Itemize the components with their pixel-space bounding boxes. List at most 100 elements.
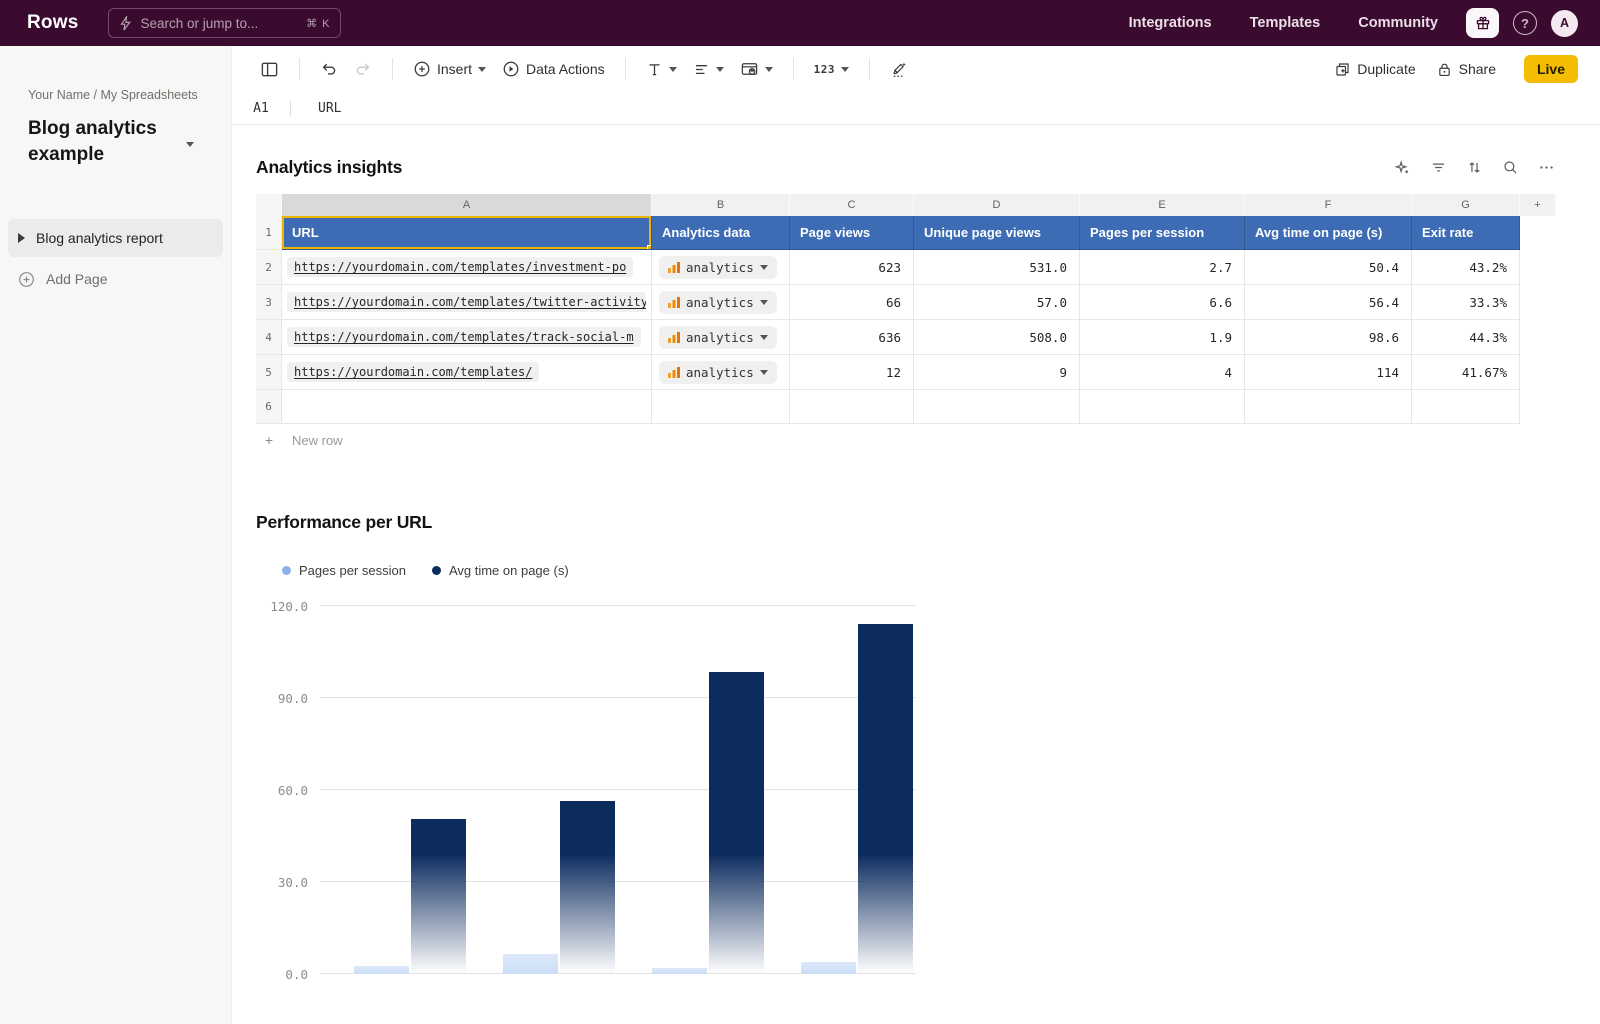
gift-button[interactable] <box>1466 8 1499 38</box>
column-header-b[interactable]: B <box>652 194 790 216</box>
cell-a1[interactable]: URL <box>282 216 652 250</box>
cell-c4[interactable]: 636 <box>790 320 914 355</box>
url-link[interactable]: https://yourdomain.com/templates/investm… <box>287 257 633 277</box>
cell-f4[interactable]: 98.6 <box>1245 320 1412 355</box>
cell-b5[interactable]: analytics <box>652 355 790 390</box>
fill-handle[interactable] <box>647 245 652 250</box>
cell-a2[interactable]: https://yourdomain.com/templates/investm… <box>282 250 652 285</box>
column-header-a[interactable]: A <box>282 194 652 216</box>
row-number[interactable]: 6 <box>256 390 282 424</box>
data-actions-button[interactable]: Data Actions <box>496 54 611 84</box>
cell-b6[interactable] <box>652 390 790 424</box>
row-number[interactable]: 4 <box>256 320 282 355</box>
filter-button[interactable] <box>1428 158 1448 178</box>
share-button[interactable]: Share <box>1430 54 1502 84</box>
cell-d1[interactable]: Unique page views <box>914 216 1080 250</box>
table-title[interactable]: Analytics insights <box>256 157 402 178</box>
clear-formatting-button[interactable] <box>884 54 914 84</box>
column-header-f[interactable]: F <box>1245 194 1412 216</box>
cell-f6[interactable] <box>1245 390 1412 424</box>
expand-triangle-icon[interactable] <box>18 233 25 243</box>
cell-d5[interactable]: 9 <box>914 355 1080 390</box>
cell-style-button[interactable] <box>734 54 779 84</box>
cell-b1[interactable]: Analytics data <box>652 216 790 250</box>
live-button[interactable]: Live <box>1524 55 1578 83</box>
more-options-button[interactable] <box>1536 158 1556 178</box>
sort-button[interactable] <box>1464 158 1484 178</box>
chart-title[interactable]: Performance per URL <box>256 512 1556 533</box>
avatar[interactable]: A <box>1551 10 1578 37</box>
cell-b2[interactable]: analytics <box>652 250 790 285</box>
cell-f1[interactable]: Avg time on page (s) <box>1245 216 1412 250</box>
url-link[interactable]: https://yourdomain.com/templates/track-s… <box>287 327 641 347</box>
analytics-chip[interactable]: analytics <box>659 361 777 384</box>
cell-c6[interactable] <box>790 390 914 424</box>
search-table-button[interactable] <box>1500 158 1520 178</box>
row-number[interactable]: 2 <box>256 250 282 285</box>
cell-c1[interactable]: Page views <box>790 216 914 250</box>
cell-d4[interactable]: 508.0 <box>914 320 1080 355</box>
cell-d3[interactable]: 57.0 <box>914 285 1080 320</box>
cell-e5[interactable]: 4 <box>1080 355 1245 390</box>
cell-d2[interactable]: 531.0 <box>914 250 1080 285</box>
formula-input[interactable]: URL <box>318 101 1600 116</box>
cell-d6[interactable] <box>914 390 1080 424</box>
duplicate-button[interactable]: Duplicate <box>1328 54 1421 84</box>
analytics-chip[interactable]: analytics <box>659 291 777 314</box>
column-header-e[interactable]: E <box>1080 194 1245 216</box>
cell-a3[interactable]: https://yourdomain.com/templates/twitter… <box>282 285 652 320</box>
breadcrumb-user[interactable]: Your Name <box>28 88 90 102</box>
column-header-g[interactable]: G <box>1412 194 1520 216</box>
undo-button[interactable] <box>314 54 344 84</box>
cell-g3[interactable]: 33.3% <box>1412 285 1520 320</box>
number-format-button[interactable]: 123 <box>808 54 855 84</box>
insert-button[interactable]: Insert <box>407 54 492 84</box>
help-button[interactable]: ? <box>1513 11 1537 35</box>
cell-f2[interactable]: 50.4 <box>1245 250 1412 285</box>
cell-e6[interactable] <box>1080 390 1245 424</box>
url-link[interactable]: https://yourdomain.com/templates/twitter… <box>287 292 646 312</box>
cell-f3[interactable]: 56.4 <box>1245 285 1412 320</box>
cell-g6[interactable] <box>1412 390 1520 424</box>
cell-g2[interactable]: 43.2% <box>1412 250 1520 285</box>
cell-b3[interactable]: analytics <box>652 285 790 320</box>
new-row-button[interactable]: New row <box>282 424 1546 456</box>
row-number[interactable]: 3 <box>256 285 282 320</box>
column-header-d[interactable]: D <box>914 194 1080 216</box>
cell-g5[interactable]: 41.67% <box>1412 355 1520 390</box>
cell-a4[interactable]: https://yourdomain.com/templates/track-s… <box>282 320 652 355</box>
alignment-button[interactable] <box>687 54 730 84</box>
toggle-sidebar-button[interactable] <box>254 54 285 84</box>
cell-g4[interactable]: 44.3% <box>1412 320 1520 355</box>
cell-a5[interactable]: https://yourdomain.com/templates/ <box>282 355 652 390</box>
cell-e2[interactable]: 2.7 <box>1080 250 1245 285</box>
cell-a6[interactable] <box>282 390 652 424</box>
breadcrumb-section[interactable]: My Spreadsheets <box>101 88 198 102</box>
ai-sparkle-button[interactable] <box>1392 158 1412 178</box>
sidebar-item-blog-analytics-report[interactable]: Blog analytics report <box>8 219 223 257</box>
nav-community[interactable]: Community <box>1358 15 1438 31</box>
rows-logo[interactable]: Rows <box>27 12 78 34</box>
cell-reference[interactable]: A1 <box>232 101 290 116</box>
search-input[interactable]: Search or jump to... ⌘ K <box>108 8 341 38</box>
add-page-button[interactable]: Add Page <box>8 259 223 299</box>
nav-integrations[interactable]: Integrations <box>1129 15 1212 31</box>
cell-c3[interactable]: 66 <box>790 285 914 320</box>
analytics-chip[interactable]: analytics <box>659 326 777 349</box>
url-link[interactable]: https://yourdomain.com/templates/ <box>287 362 539 382</box>
cell-e4[interactable]: 1.9 <box>1080 320 1245 355</box>
add-column-button[interactable]: + <box>1520 194 1556 216</box>
cell-c5[interactable]: 12 <box>790 355 914 390</box>
spreadsheet-title-menu[interactable]: Blog analytics example <box>0 116 231 167</box>
cell-c2[interactable]: 623 <box>790 250 914 285</box>
redo-button[interactable] <box>348 54 378 84</box>
cell-f5[interactable]: 114 <box>1245 355 1412 390</box>
cell-e3[interactable]: 6.6 <box>1080 285 1245 320</box>
column-header-c[interactable]: C <box>790 194 914 216</box>
row-number[interactable]: 5 <box>256 355 282 390</box>
text-style-button[interactable] <box>640 54 683 84</box>
cell-e1[interactable]: Pages per session <box>1080 216 1245 250</box>
cell-b4[interactable]: analytics <box>652 320 790 355</box>
cell-g1[interactable]: Exit rate <box>1412 216 1520 250</box>
nav-templates[interactable]: Templates <box>1250 15 1321 31</box>
